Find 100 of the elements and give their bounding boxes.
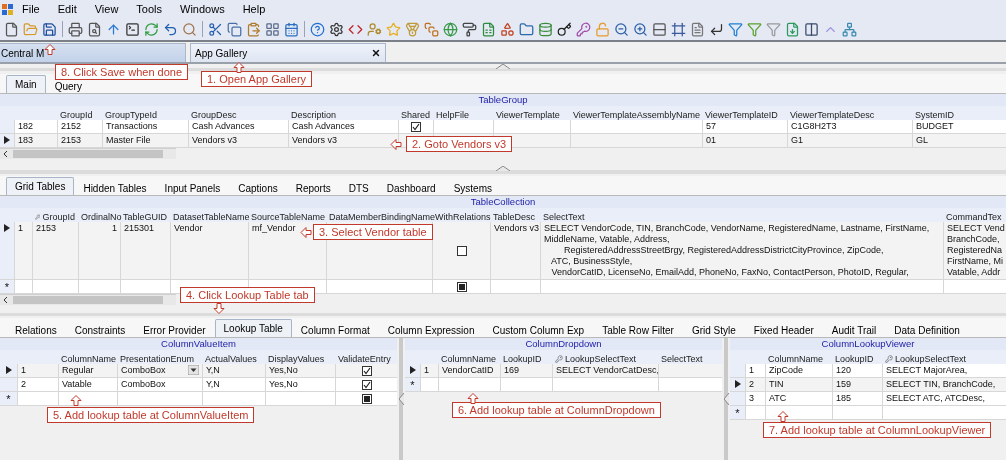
- menu-item[interactable]: View: [85, 3, 128, 15]
- tab[interactable]: Audit Trail: [822, 321, 886, 337]
- column-header[interactable]: ColumnName: [61, 353, 117, 364]
- column-header[interactable]: ViewerTemplate: [496, 109, 560, 120]
- filter-icon[interactable]: [765, 20, 782, 38]
- row-header[interactable]: *: [0, 392, 17, 405]
- menu-item[interactable]: Edit: [48, 3, 86, 15]
- tab[interactable]: Constraints: [65, 321, 135, 337]
- column-header[interactable]: Shared: [401, 109, 431, 120]
- medal-icon[interactable]: [404, 20, 421, 38]
- column-header[interactable]: PresentationEnum: [120, 353, 195, 364]
- column-header[interactable]: ViewerTemplateID: [705, 109, 778, 120]
- column-header[interactable]: SelectText: [543, 211, 585, 222]
- save-icon[interactable]: [41, 20, 58, 38]
- column-header[interactable]: LookupSelectText: [895, 353, 967, 364]
- settings-icon[interactable]: [328, 20, 345, 38]
- grid-icon[interactable]: [264, 20, 281, 38]
- column-header[interactable]: HelpFile: [436, 109, 469, 120]
- column-header[interactable]: ViewerTemplateAssemblyName: [573, 109, 700, 120]
- column-header[interactable]: Description: [291, 109, 337, 120]
- grid-row[interactable]: 2 TIN 159 SELECT TIN, BranchCode,: [730, 378, 1006, 392]
- copy-icon[interactable]: [226, 20, 243, 38]
- column-header[interactable]: LookupID: [835, 353, 874, 364]
- close-icon[interactable]: [371, 48, 381, 58]
- collapse-icon[interactable]: [723, 393, 729, 405]
- user-icon[interactable]: [366, 20, 383, 38]
- key-icon[interactable]: [556, 20, 573, 38]
- collapse-icon[interactable]: [496, 166, 510, 171]
- tab[interactable]: Error Provider: [134, 321, 215, 337]
- search-icon[interactable]: [181, 20, 198, 38]
- tab[interactable]: Reports: [286, 179, 340, 195]
- checkbox[interactable]: [361, 393, 372, 404]
- grid-row[interactable]: 182 2152 Transactions Cash Advances Cash Advances 57 C1G8H2T3 BUDGET: [0, 120, 1006, 134]
- document-tab[interactable]: Central M: [0, 43, 186, 62]
- folder-icon[interactable]: [518, 20, 535, 38]
- column-header[interactable]: CommandTex: [946, 211, 1002, 222]
- row-header[interactable]: [0, 364, 17, 377]
- terminal-icon[interactable]: [124, 20, 141, 38]
- square-icon[interactable]: [423, 20, 440, 38]
- zoom-out-icon[interactable]: [613, 20, 630, 38]
- document-icon[interactable]: [689, 20, 706, 38]
- scroll-left-icon[interactable]: [2, 150, 9, 158]
- tab[interactable]: Custom Column Exp: [483, 321, 594, 337]
- database-icon[interactable]: [537, 20, 554, 38]
- document-tab[interactable]: App Gallery: [190, 43, 386, 62]
- row-header[interactable]: *: [730, 406, 745, 419]
- column-header[interactable]: SelectText: [661, 353, 703, 364]
- column-header[interactable]: TableGUID: [123, 211, 167, 222]
- column-header[interactable]: SourceTableName: [251, 211, 326, 222]
- checkbox[interactable]: [411, 121, 421, 132]
- tab[interactable]: Fixed Header: [744, 321, 823, 337]
- tab[interactable]: Relations: [6, 321, 66, 337]
- column-header[interactable]: LookupSelectText: [565, 353, 637, 364]
- column-header[interactable]: GroupId: [60, 109, 93, 120]
- tab[interactable]: Hidden Tables: [74, 179, 156, 195]
- menu-item[interactable]: Tools: [127, 3, 172, 15]
- rows-icon[interactable]: [651, 20, 668, 38]
- filter-icon[interactable]: [746, 20, 763, 38]
- grid-row[interactable]: *: [405, 378, 722, 392]
- column-header[interactable]: GroupId: [42, 211, 75, 222]
- tab[interactable]: Column Expression: [378, 321, 484, 337]
- tab[interactable]: Table Row Filter: [593, 321, 683, 337]
- grid-row[interactable]: *: [0, 392, 397, 406]
- columns-icon[interactable]: [803, 20, 820, 38]
- column-header[interactable]: ViewerTemplateDesc: [790, 109, 875, 120]
- grid-row[interactable]: [0, 222, 1006, 280]
- tab[interactable]: Captions: [229, 179, 287, 195]
- checkbox[interactable]: [361, 379, 372, 390]
- new-file-icon[interactable]: [3, 20, 20, 38]
- tab[interactable]: Grid Style: [682, 321, 745, 337]
- tab[interactable]: Dashboard: [377, 179, 445, 195]
- column-header[interactable]: OrdinalNo: [81, 211, 122, 222]
- spreadsheet-icon[interactable]: [480, 20, 497, 38]
- row-header[interactable]: [0, 134, 14, 147]
- grid-row[interactable]: 2 Vatable ComboBox Y,N Yes,No: [0, 378, 397, 392]
- row-header[interactable]: [405, 364, 420, 377]
- grid-row[interactable]: 1 ZipCode 120 SELECT MajorArea,: [730, 364, 1006, 378]
- checkbox[interactable]: [456, 245, 467, 256]
- dropdown-icon[interactable]: [188, 365, 199, 375]
- column-header[interactable]: ActualValues: [205, 353, 257, 364]
- row-header[interactable]: [730, 378, 745, 391]
- column-header[interactable]: WithRelations: [435, 211, 491, 222]
- frame-icon[interactable]: [670, 20, 687, 38]
- column-header[interactable]: ValidateEntry: [338, 353, 391, 364]
- paste-icon[interactable]: [245, 20, 262, 38]
- checkbox[interactable]: [361, 365, 372, 376]
- grid-row[interactable]: 3 ATC 185 SELECT ATC, ATCDesc,: [730, 392, 1006, 406]
- horizontal-scrollbar[interactable]: [0, 294, 176, 305]
- row-header[interactable]: *: [405, 378, 420, 391]
- file-search-icon[interactable]: [86, 20, 103, 38]
- horizontal-scrollbar[interactable]: [0, 148, 176, 159]
- refresh-icon[interactable]: [143, 20, 160, 38]
- column-header[interactable]: GroupTypeId: [105, 109, 158, 120]
- column-header[interactable]: TableDesc: [493, 211, 536, 222]
- grid-row[interactable]: 1 Regular ComboBox Y,N Yes,No: [0, 364, 397, 378]
- star-icon[interactable]: [385, 20, 402, 38]
- menu-item[interactable]: Help: [233, 3, 275, 15]
- tab[interactable]: Column Format: [291, 321, 379, 337]
- grid-row[interactable]: *: [730, 406, 1006, 420]
- calendar-icon[interactable]: [283, 20, 300, 38]
